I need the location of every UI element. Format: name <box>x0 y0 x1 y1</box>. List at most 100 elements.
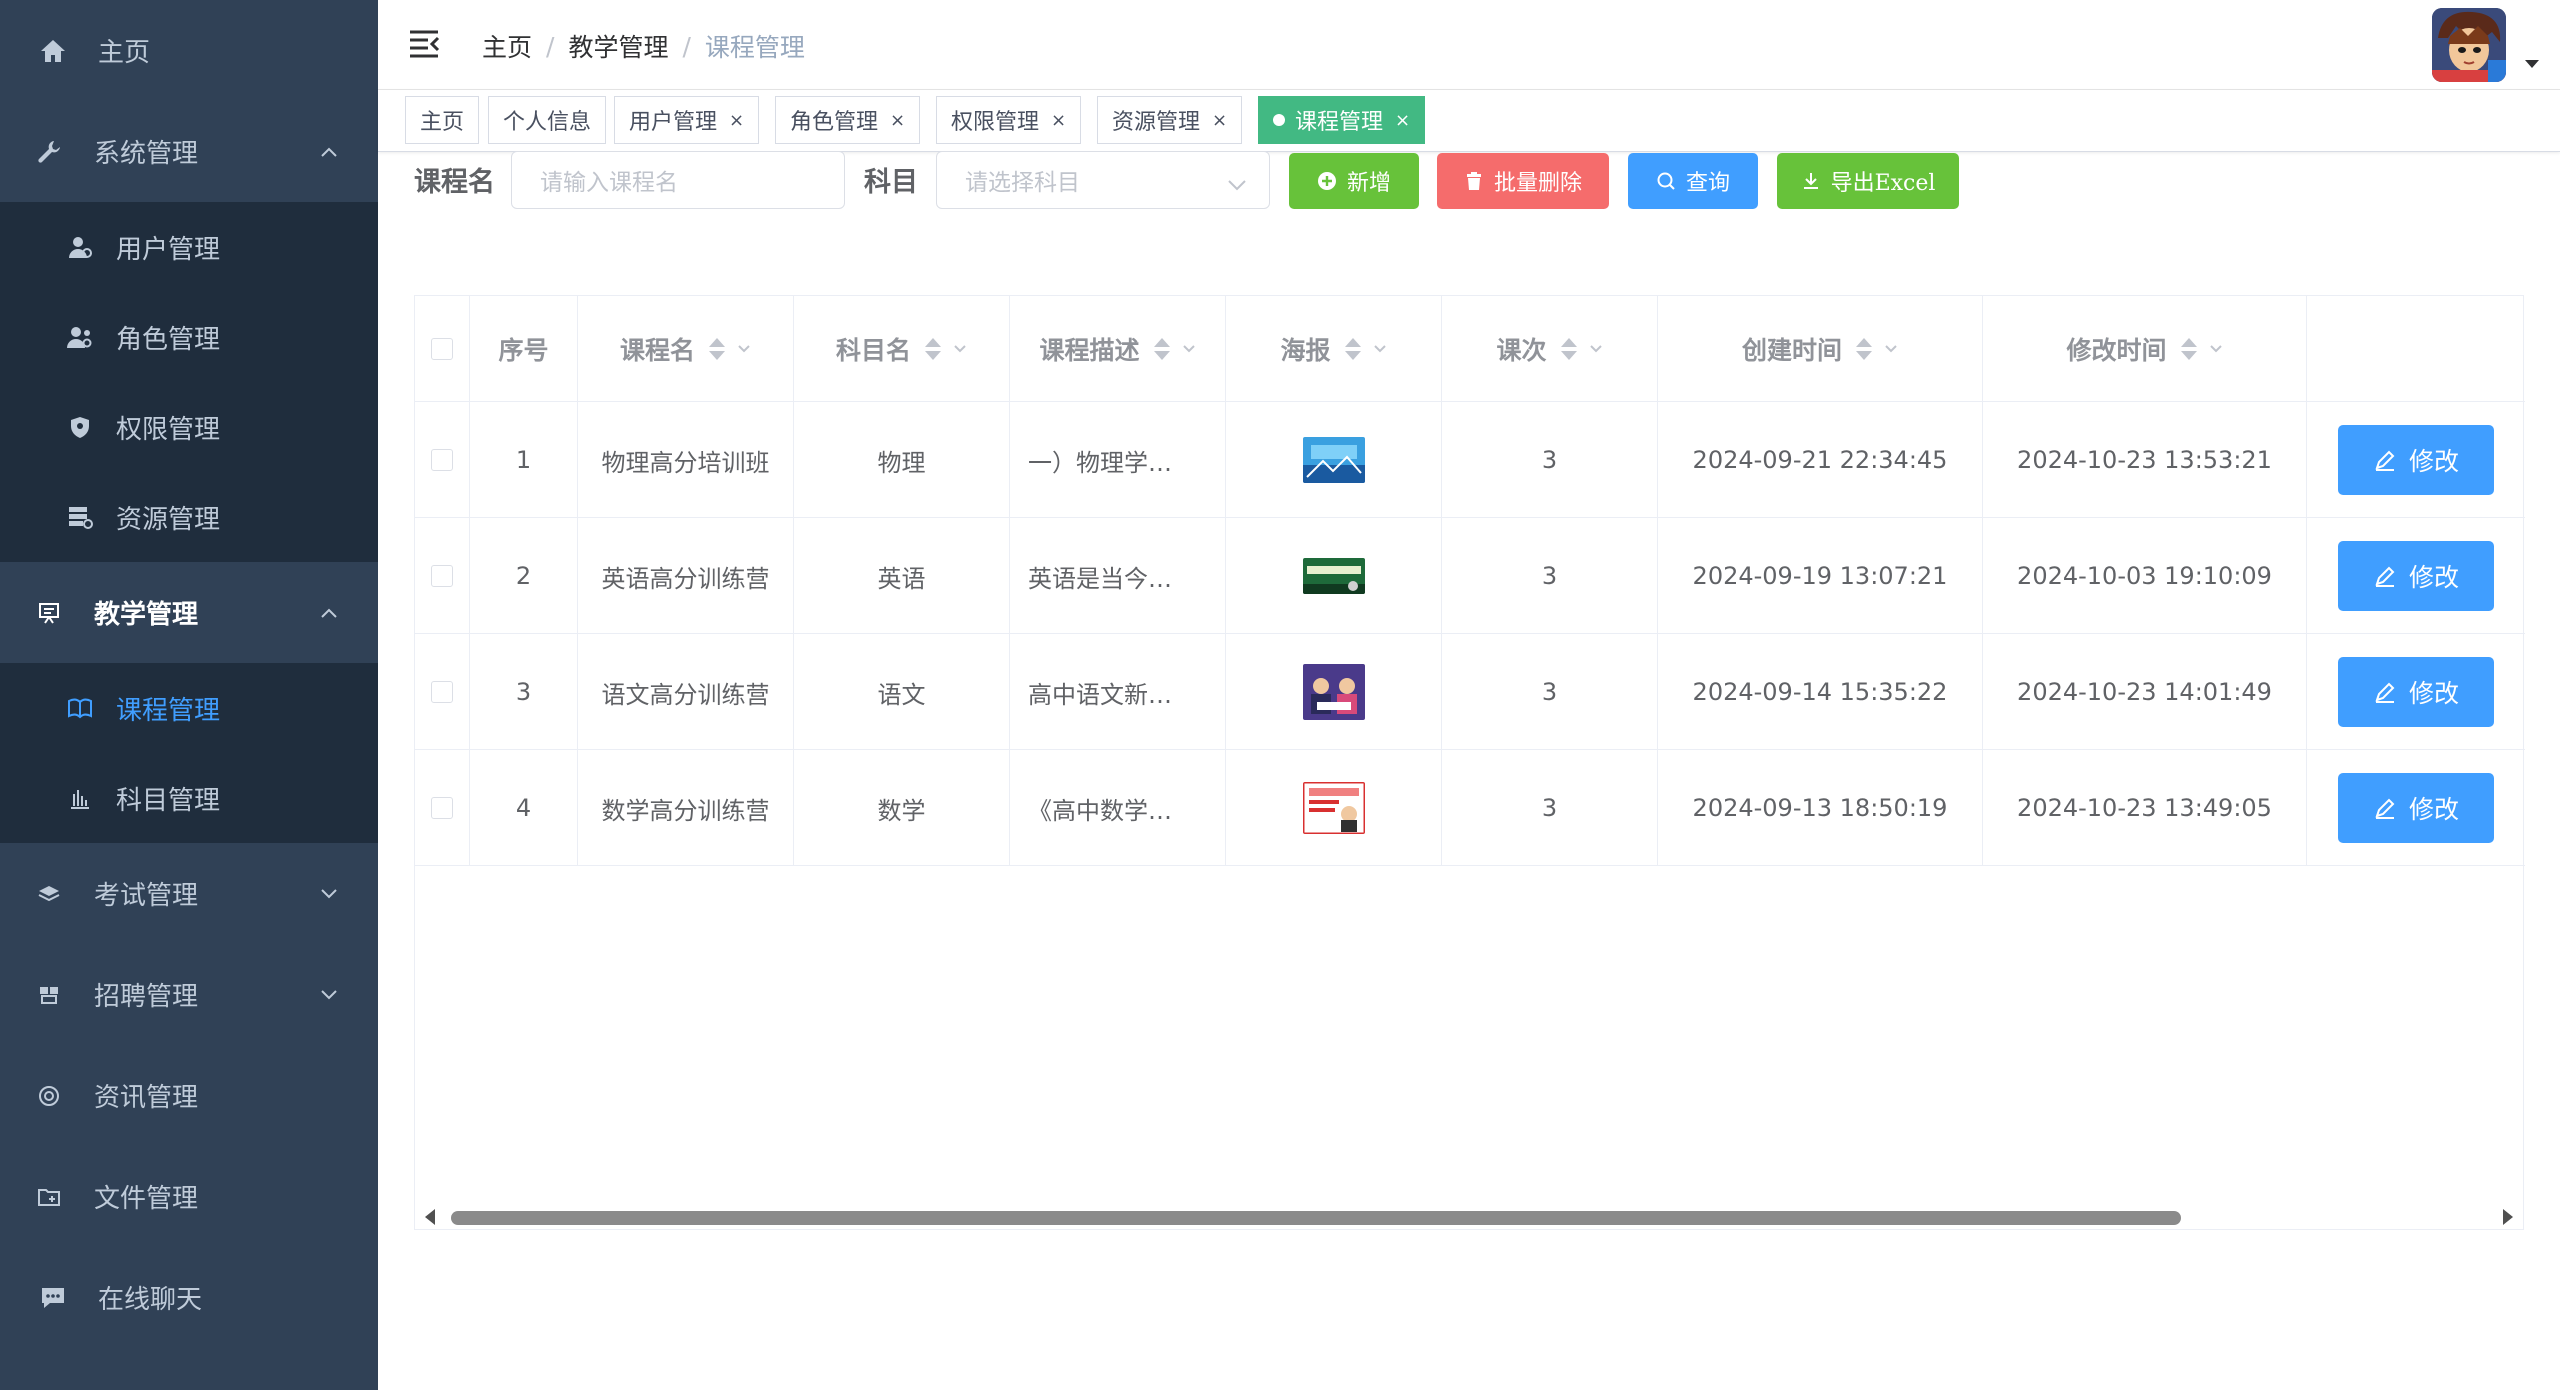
sidebar-item-subjects[interactable]: 科目管理 <box>0 753 378 843</box>
sidebar-item-files[interactable]: 文件管理 <box>0 1146 378 1247</box>
breadcrumb: 主页 / 教学管理 / 课程管理 <box>482 28 805 64</box>
poster-cell <box>1226 634 1442 750</box>
column-header-course-name[interactable]: 课程名 <box>578 296 794 402</box>
modified-time-cell: 2024-10-03 19:10:09 <box>1983 518 2307 634</box>
breadcrumb-separator: / <box>546 31 555 61</box>
sidebar-item-label: 教学管理 <box>94 600 199 630</box>
tag-roles[interactable]: 角色管理 × <box>775 96 921 144</box>
poster-thumbnail[interactable] <box>1302 437 1365 483</box>
subject-select[interactable]: 请选择科目 <box>936 151 1270 209</box>
column-header-label: 课程名 <box>619 336 695 365</box>
scroll-left-arrow-icon[interactable] <box>425 1209 435 1225</box>
close-icon[interactable]: × <box>1395 110 1410 131</box>
hamburger-icon[interactable] <box>408 28 442 58</box>
poster-thumbnail[interactable] <box>1302 664 1365 720</box>
edit-button-label: 修改 <box>2408 679 2459 708</box>
sidebar-item-recruit[interactable]: 招聘管理 <box>0 944 378 1045</box>
close-icon[interactable]: × <box>890 110 905 131</box>
add-button[interactable]: 新增 <box>1289 153 1419 209</box>
column-header-description[interactable]: 课程描述 <box>1010 296 1226 402</box>
description-cell: 《高中数学… <box>1010 750 1226 866</box>
edit-button[interactable]: 修改 <box>2338 657 2494 727</box>
chevron-down-icon[interactable] <box>737 344 751 354</box>
breadcrumb-teaching[interactable]: 教学管理 <box>568 28 668 64</box>
sidebar-item-home[interactable]: 主页 <box>0 0 378 101</box>
column-header-modified-time[interactable]: 修改时间 <box>1983 296 2307 402</box>
navbar: 主页 / 教学管理 / 课程管理 <box>378 0 2560 90</box>
export-excel-button[interactable]: 导出Excel <box>1777 153 1959 209</box>
sidebar-item-teaching[interactable]: 教学管理 <box>0 562 378 663</box>
sort-icon[interactable] <box>1856 338 1872 360</box>
select-all-checkbox[interactable] <box>431 338 453 360</box>
sort-icon[interactable] <box>1153 338 1170 360</box>
sidebar-item-chat[interactable]: 在线聊天 <box>0 1247 378 1348</box>
add-button-label: 新增 <box>1346 171 1391 196</box>
tag-resources[interactable]: 资源管理 × <box>1097 96 1243 144</box>
close-icon[interactable]: × <box>1212 110 1227 131</box>
sort-icon[interactable] <box>1560 338 1577 360</box>
edit-button[interactable]: 修改 <box>2338 541 2494 611</box>
query-button-label: 查询 <box>1685 171 1730 196</box>
poster-thumbnail[interactable] <box>1302 558 1365 594</box>
row-checkbox[interactable] <box>431 681 453 703</box>
sidebar-item-label: 系统管理 <box>94 139 199 169</box>
caret-down-icon[interactable] <box>2522 56 2542 70</box>
close-icon[interactable]: × <box>729 110 744 131</box>
poster-cell <box>1226 518 1442 634</box>
sort-icon[interactable] <box>1344 338 1361 360</box>
sidebar-item-courses[interactable]: 课程管理 <box>0 663 378 753</box>
sidebar-item-exams[interactable]: 考试管理 <box>0 843 378 944</box>
scroll-right-arrow-icon[interactable] <box>2503 1209 2513 1225</box>
tag-permissions[interactable]: 权限管理 × <box>936 96 1082 144</box>
sidebar-item-users[interactable]: 用户管理 <box>0 202 378 292</box>
description-cell: 高中语文新… <box>1010 634 1226 750</box>
chevron-down-icon[interactable] <box>1182 344 1196 354</box>
chevron-down-icon[interactable] <box>1373 344 1387 354</box>
course-name-input[interactable]: 请输入课程名 <box>511 151 845 209</box>
breadcrumb-separator: / <box>682 31 691 61</box>
batch-delete-button[interactable]: 批量删除 <box>1437 153 1609 209</box>
column-header-poster[interactable]: 海报 <box>1226 296 1442 402</box>
sidebar-item-resources[interactable]: 资源管理 <box>0 472 378 562</box>
column-header-label: 海报 <box>1280 336 1331 365</box>
lesson-count-cell: 3 <box>1442 634 1658 750</box>
sidebar-item-permissions[interactable]: 权限管理 <box>0 382 378 472</box>
chevron-down-icon[interactable] <box>2209 344 2223 354</box>
edit-button[interactable]: 修改 <box>2338 425 2494 495</box>
course-name-cell: 数学高分训练营 <box>578 750 794 866</box>
scrollbar-thumb[interactable] <box>451 1211 2181 1225</box>
edit-button[interactable]: 修改 <box>2338 773 2494 843</box>
created-time-cell: 2024-09-14 15:35:22 <box>1658 634 1983 750</box>
tag-courses[interactable]: 课程管理 × <box>1258 96 1426 144</box>
tag-users[interactable]: 用户管理 × <box>614 96 760 144</box>
chevron-down-icon[interactable] <box>953 344 967 354</box>
breadcrumb-home[interactable]: 主页 <box>482 28 532 64</box>
course-name-cell: 语文高分训练营 <box>578 634 794 750</box>
row-select-cell <box>415 750 470 866</box>
index-cell: 4 <box>470 750 578 866</box>
chevron-down-icon[interactable] <box>1589 344 1603 354</box>
table-row: 3 语文高分训练营 语文 高中语文新… 3 2024-09-14 15:35:2… <box>415 634 2525 750</box>
sidebar-item-news[interactable]: 资讯管理 <box>0 1045 378 1146</box>
close-icon[interactable]: × <box>1051 110 1066 131</box>
sort-icon[interactable] <box>925 338 941 360</box>
avatar[interactable] <box>2432 8 2506 82</box>
poster-thumbnail[interactable] <box>1302 782 1365 834</box>
sidebar-item-roles[interactable]: 角色管理 <box>0 292 378 382</box>
chevron-down-icon[interactable] <box>1884 344 1898 354</box>
column-header-label: 序号 <box>498 336 549 365</box>
column-header-created-time[interactable]: 创建时间 <box>1658 296 1983 402</box>
tag-profile[interactable]: 个人信息 <box>488 96 607 144</box>
query-button[interactable]: 查询 <box>1628 153 1758 209</box>
column-header-subject-name[interactable]: 科目名 <box>794 296 1010 402</box>
row-checkbox[interactable] <box>431 565 453 587</box>
row-checkbox[interactable] <box>431 797 453 819</box>
tag-home[interactable]: 主页 <box>405 96 480 144</box>
sort-icon[interactable] <box>2180 338 2197 360</box>
sort-icon[interactable] <box>709 338 725 360</box>
horizontal-scrollbar[interactable] <box>415 1203 2523 1229</box>
column-header-lesson-count[interactable]: 课次 <box>1442 296 1658 402</box>
edit-icon <box>2373 680 2397 704</box>
row-checkbox[interactable] <box>431 449 453 471</box>
sidebar-item-system[interactable]: 系统管理 <box>0 101 378 202</box>
